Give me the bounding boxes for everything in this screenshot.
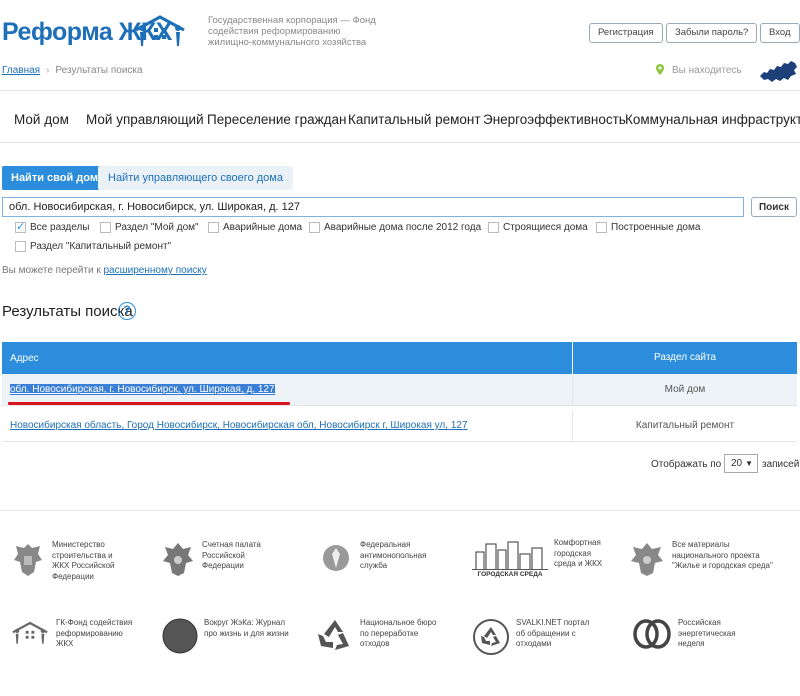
filter-built[interactable]: Построенные дома — [596, 221, 700, 233]
filter-row-2: Раздел "Капитальный ремонт" — [15, 239, 315, 253]
house-people-logo-icon — [12, 621, 48, 644]
footer-link-energy-week[interactable]: Российская энергетическая неделя — [632, 618, 742, 650]
breadcrumb: Главная › Результаты поиска — [2, 65, 143, 76]
tab-find-home[interactable]: Найти свой дом — [2, 166, 107, 190]
login-button[interactable]: Вход — [760, 23, 800, 43]
recycle-icon — [318, 620, 349, 650]
result-section: Мой дом — [572, 374, 797, 406]
checkbox-icon[interactable] — [309, 221, 320, 233]
results-table-header: Адрес Раздел сайта — [2, 342, 797, 374]
breadcrumb-chevron-icon: › — [46, 65, 50, 76]
gorodskaya-sreda-logo-text: ГОРОДСКАЯ СРЕДА — [472, 569, 548, 578]
results-title: Результаты поиска — [2, 303, 133, 320]
filter-my-home[interactable]: Раздел "Мой дом" — [100, 221, 199, 233]
breadcrumb-current: Результаты поиска — [55, 65, 143, 76]
breadcrumb-home-link[interactable]: Главная — [2, 65, 40, 76]
nav-utility-infrastructure[interactable]: Коммунальная инфраструктура — [625, 112, 800, 127]
recycle-circle-icon — [473, 619, 509, 655]
checkbox-checked-icon[interactable] — [15, 220, 26, 233]
column-section: Раздел сайта — [572, 342, 797, 374]
city-skyline-logo: ГОРОДСКАЯ СРЕДА — [472, 538, 548, 580]
nav-my-manager[interactable]: Мой управляющий — [86, 112, 204, 127]
checkbox-icon[interactable] — [100, 221, 111, 233]
double-eagle-icon — [631, 543, 663, 576]
result-address-link[interactable]: обл. Новосибирская, г. Новосибирск, ул. … — [10, 384, 275, 395]
location-pin-icon — [656, 64, 664, 75]
location-label[interactable]: Вы находитесь — [672, 65, 742, 76]
tab-find-manager[interactable]: Найти управляющего своего дома — [98, 166, 293, 190]
filter-emergency-2012[interactable]: Аварийные дома после 2012 года — [309, 221, 481, 233]
checkbox-icon[interactable] — [488, 221, 499, 233]
checkbox-icon[interactable] — [208, 221, 219, 233]
page-size-select[interactable]: 20 ▼ — [724, 454, 758, 473]
nav-energy-efficiency[interactable]: Энергоэффективность — [483, 112, 626, 127]
nav-divider — [0, 142, 800, 143]
footer-link-minstroy[interactable]: Министерство строительства и ЖКХ Российс… — [10, 540, 132, 582]
header-divider — [0, 90, 800, 91]
advanced-search-link[interactable]: расширенному поиску — [103, 265, 206, 276]
filter-emergency[interactable]: Аварийные дома — [208, 221, 302, 233]
city-skyline-icon — [475, 541, 543, 571]
nav-my-home[interactable]: Мой дом — [14, 112, 69, 127]
advanced-search-hint: Вы можете перейти к расширенному поиску — [2, 265, 207, 276]
house-people-logo-icon — [135, 15, 185, 46]
help-icon[interactable]: ? — [118, 302, 136, 320]
emblem-icon — [323, 545, 349, 571]
highlight-underline — [8, 402, 290, 405]
address-search-input[interactable]: обл. Новосибирская, г. Новосибирск, ул. … — [2, 197, 744, 217]
page-size-unit: записей — [762, 459, 800, 470]
footer-link-fas[interactable]: Федеральная антимонопольная служба — [318, 540, 436, 576]
checkbox-icon[interactable] — [596, 221, 607, 233]
footer-divider — [0, 510, 800, 511]
footer-link-gk-fund[interactable]: ГК-Фонд содействия реформированию ЖКХ — [10, 618, 140, 650]
footer-link-svalki[interactable]: SVALKI.NET портал об обращении с отходам… — [472, 618, 590, 656]
footer-link-national-project[interactable]: Все материалы национального проекта "Жил… — [628, 540, 784, 578]
footer-link-waste-bureau[interactable]: Национальное бюро по переработке отходов — [316, 618, 444, 652]
checkbox-icon[interactable] — [15, 240, 26, 252]
forgot-password-button[interactable]: Забыли пароль? — [666, 23, 758, 43]
footer-link-vokrug-zheka[interactable]: Вокруг ЖэКа: Журнал про жизнь и для жизн… — [162, 618, 300, 654]
russia-map-icon[interactable] — [758, 58, 798, 84]
corporation-description: Государственная корпорация — Фонд содейс… — [208, 15, 376, 48]
coat-of-arms-icon — [14, 544, 42, 576]
energy-rings-icon — [633, 619, 671, 649]
circle-logo-icon — [162, 618, 198, 654]
page-size-label: Отображать по — [651, 459, 722, 470]
table-row[interactable]: Новосибирская область, Город Новосибирск… — [2, 410, 797, 442]
filter-under-construction[interactable]: Строящиеся дома — [488, 221, 588, 233]
filter-row-1: Все разделы Раздел "Мой дом" Аварийные д… — [15, 220, 800, 234]
search-button[interactable]: Поиск — [751, 197, 797, 217]
footer-link-gorodskaya-sreda[interactable]: ГОРОДСКАЯ СРЕДА Комфортная городская сре… — [472, 538, 610, 580]
double-eagle-icon — [163, 543, 193, 576]
dropdown-arrow-icon: ▼ — [745, 459, 753, 468]
nav-resettlement[interactable]: Переселение граждан — [207, 112, 347, 127]
main-navigation: Мой дом Мой управляющий Переселение граж… — [0, 98, 800, 140]
column-address: Адрес — [10, 353, 39, 364]
register-button[interactable]: Регистрация — [589, 23, 663, 43]
result-section: Капитальный ремонт — [572, 410, 797, 442]
nav-capital-repair[interactable]: Капитальный ремонт — [348, 112, 481, 127]
filter-capital-repair[interactable]: Раздел "Капитальный ремонт" — [15, 240, 171, 252]
filter-all-sections[interactable]: Все разделы — [15, 220, 89, 233]
result-address-link[interactable]: Новосибирская область, Город Новосибирск… — [10, 420, 468, 431]
footer-link-accounts-chamber[interactable]: Счетная палата Российской Федерации — [160, 540, 286, 578]
